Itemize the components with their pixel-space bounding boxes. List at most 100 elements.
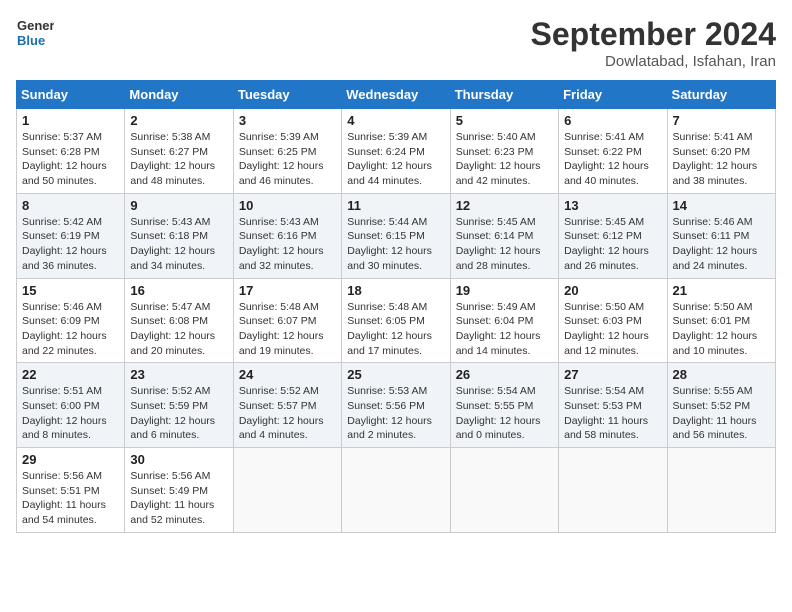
calendar-cell: 24 Sunrise: 5:52 AM Sunset: 5:57 PM Dayli… (233, 363, 341, 448)
day-number: 19 (456, 283, 553, 298)
day-info: Sunrise: 5:53 AM Sunset: 5:56 PM Dayligh… (347, 384, 444, 443)
logo: General Blue (16, 16, 60, 55)
calendar-cell (559, 448, 667, 533)
calendar-cell (233, 448, 341, 533)
calendar-table: SundayMondayTuesdayWednesdayThursdayFrid… (16, 80, 776, 533)
page-header: General Blue September 2024 Dowlatabad, … (16, 16, 776, 70)
calendar-cell: 22Sunrise: 5:51 AM Sunset: 6:00 PM Dayli… (17, 363, 125, 448)
day-info: Sunrise: 5:54 AM Sunset: 5:55 PM Dayligh… (456, 384, 553, 443)
day-number: 27 (564, 367, 661, 382)
calendar-cell: 27 Sunrise: 5:54 AM Sunset: 5:53 PM Dayli… (559, 363, 667, 448)
day-info: Sunrise: 5:41 AM Sunset: 6:20 PM Dayligh… (673, 130, 770, 189)
calendar-cell: 19 Sunrise: 5:49 AM Sunset: 6:04 PM Dayli… (450, 278, 558, 363)
day-number: 22 (22, 367, 119, 382)
weekday-header-tuesday: Tuesday (233, 81, 341, 109)
weekday-header-saturday: Saturday (667, 81, 775, 109)
calendar-cell: 9 Sunrise: 5:43 AM Sunset: 6:18 PM Daylig… (125, 193, 233, 278)
day-number: 3 (239, 113, 336, 128)
day-info: Sunrise: 5:50 AM Sunset: 6:01 PM Dayligh… (673, 300, 770, 359)
day-info: Sunrise: 5:47 AM Sunset: 6:08 PM Dayligh… (130, 300, 227, 359)
calendar-cell: 5Sunrise: 5:40 AM Sunset: 6:23 PM Daylig… (450, 109, 558, 194)
day-number: 1 (22, 113, 119, 128)
day-info: Sunrise: 5:43 AM Sunset: 6:16 PM Dayligh… (239, 215, 336, 274)
day-number: 30 (130, 452, 227, 467)
day-number: 23 (130, 367, 227, 382)
day-number: 15 (22, 283, 119, 298)
day-info: Sunrise: 5:55 AM Sunset: 5:52 PM Dayligh… (673, 384, 770, 443)
day-info: Sunrise: 5:43 AM Sunset: 6:18 PM Dayligh… (130, 215, 227, 274)
svg-text:Blue: Blue (17, 33, 45, 48)
day-info: Sunrise: 5:46 AM Sunset: 6:09 PM Dayligh… (22, 300, 119, 359)
weekday-header-friday: Friday (559, 81, 667, 109)
day-info: Sunrise: 5:37 AM Sunset: 6:28 PM Dayligh… (22, 130, 119, 189)
day-number: 2 (130, 113, 227, 128)
calendar-cell: 1 Sunrise: 5:37 AM Sunset: 6:28 PM Daylig… (17, 109, 125, 194)
day-number: 29 (22, 452, 119, 467)
day-number: 26 (456, 367, 553, 382)
logo: General Blue (16, 16, 60, 55)
day-number: 24 (239, 367, 336, 382)
day-info: Sunrise: 5:44 AM Sunset: 6:15 PM Dayligh… (347, 215, 444, 274)
weekday-header-wednesday: Wednesday (342, 81, 450, 109)
day-number: 21 (673, 283, 770, 298)
calendar-cell (667, 448, 775, 533)
day-number: 8 (22, 198, 119, 213)
day-number: 9 (130, 198, 227, 213)
day-info: Sunrise: 5:50 AM Sunset: 6:03 PM Dayligh… (564, 300, 661, 359)
calendar-cell: 21 Sunrise: 5:50 AM Sunset: 6:01 PM Dayli… (667, 278, 775, 363)
day-number: 13 (564, 198, 661, 213)
calendar-cell: 28 Sunrise: 5:55 AM Sunset: 5:52 PM Dayli… (667, 363, 775, 448)
day-info: Sunrise: 5:38 AM Sunset: 6:27 PM Dayligh… (130, 130, 227, 189)
location-title: Dowlatabad, Isfahan, Iran (531, 53, 776, 70)
calendar-cell: 2 Sunrise: 5:38 AM Sunset: 6:27 PM Daylig… (125, 109, 233, 194)
weekday-header-monday: Monday (125, 81, 233, 109)
day-info: Sunrise: 5:56 AM Sunset: 5:51 PM Dayligh… (22, 469, 119, 528)
day-info: Sunrise: 5:52 AM Sunset: 5:57 PM Dayligh… (239, 384, 336, 443)
calendar-cell: 12 Sunrise: 5:45 AM Sunset: 6:14 PM Dayli… (450, 193, 558, 278)
day-info: Sunrise: 5:48 AM Sunset: 6:05 PM Dayligh… (347, 300, 444, 359)
calendar-cell (450, 448, 558, 533)
day-info: Sunrise: 5:41 AM Sunset: 6:22 PM Dayligh… (564, 130, 661, 189)
calendar-cell: 25 Sunrise: 5:53 AM Sunset: 5:56 PM Dayli… (342, 363, 450, 448)
calendar-cell: 3 Sunrise: 5:39 AM Sunset: 6:25 PM Daylig… (233, 109, 341, 194)
day-number: 12 (456, 198, 553, 213)
day-number: 20 (564, 283, 661, 298)
weekday-header-thursday: Thursday (450, 81, 558, 109)
calendar-cell: 30Sunrise: 5:56 AM Sunset: 5:49 PM Dayli… (125, 448, 233, 533)
calendar-cell: 26 Sunrise: 5:54 AM Sunset: 5:55 PM Dayli… (450, 363, 558, 448)
day-number: 28 (673, 367, 770, 382)
day-number: 10 (239, 198, 336, 213)
day-number: 4 (347, 113, 444, 128)
day-info: Sunrise: 5:46 AM Sunset: 6:11 PM Dayligh… (673, 215, 770, 274)
day-number: 6 (564, 113, 661, 128)
week-row-2: 8 Sunrise: 5:42 AM Sunset: 6:19 PM Daylig… (17, 193, 776, 278)
day-info: Sunrise: 5:54 AM Sunset: 5:53 PM Dayligh… (564, 384, 661, 443)
day-info: Sunrise: 5:39 AM Sunset: 6:25 PM Dayligh… (239, 130, 336, 189)
day-number: 14 (673, 198, 770, 213)
calendar-cell: 16Sunrise: 5:47 AM Sunset: 6:08 PM Dayli… (125, 278, 233, 363)
calendar-cell: 20 Sunrise: 5:50 AM Sunset: 6:03 PM Dayli… (559, 278, 667, 363)
calendar-cell: 11Sunrise: 5:44 AM Sunset: 6:15 PM Dayli… (342, 193, 450, 278)
logo-graphic-icon: General Blue (16, 16, 54, 50)
week-row-3: 15 Sunrise: 5:46 AM Sunset: 6:09 PM Dayli… (17, 278, 776, 363)
calendar-cell: 18Sunrise: 5:48 AM Sunset: 6:05 PM Dayli… (342, 278, 450, 363)
calendar-cell: 17Sunrise: 5:48 AM Sunset: 6:07 PM Dayli… (233, 278, 341, 363)
day-number: 5 (456, 113, 553, 128)
day-info: Sunrise: 5:45 AM Sunset: 6:12 PM Dayligh… (564, 215, 661, 274)
month-title: September 2024 (531, 16, 776, 53)
calendar-cell: 7 Sunrise: 5:41 AM Sunset: 6:20 PM Daylig… (667, 109, 775, 194)
week-row-4: 22Sunrise: 5:51 AM Sunset: 6:00 PM Dayli… (17, 363, 776, 448)
day-info: Sunrise: 5:45 AM Sunset: 6:14 PM Dayligh… (456, 215, 553, 274)
week-row-5: 29 Sunrise: 5:56 AM Sunset: 5:51 PM Dayli… (17, 448, 776, 533)
day-info: Sunrise: 5:49 AM Sunset: 6:04 PM Dayligh… (456, 300, 553, 359)
day-number: 7 (673, 113, 770, 128)
day-number: 17 (239, 283, 336, 298)
day-info: Sunrise: 5:42 AM Sunset: 6:19 PM Dayligh… (22, 215, 119, 274)
calendar-cell: 13 Sunrise: 5:45 AM Sunset: 6:12 PM Dayli… (559, 193, 667, 278)
calendar-cell (342, 448, 450, 533)
day-info: Sunrise: 5:39 AM Sunset: 6:24 PM Dayligh… (347, 130, 444, 189)
calendar-cell: 6 Sunrise: 5:41 AM Sunset: 6:22 PM Daylig… (559, 109, 667, 194)
weekday-header-sunday: Sunday (17, 81, 125, 109)
day-number: 25 (347, 367, 444, 382)
calendar-cell: 10 Sunrise: 5:43 AM Sunset: 6:16 PM Dayli… (233, 193, 341, 278)
